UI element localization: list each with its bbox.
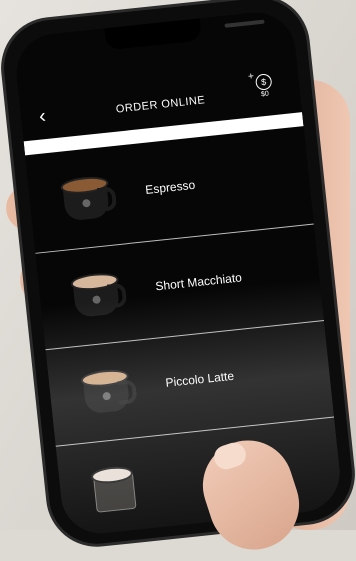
phone-screen: ‹ ORDER ONLINE $ $0 Espresso Short Macch… xyxy=(12,8,344,538)
menu-item-label: Espresso xyxy=(144,177,196,197)
menu-list: Espresso Short Macchiato Piccolo Latte xyxy=(25,128,343,537)
latte-cup-icon xyxy=(82,365,139,416)
phone-notch xyxy=(104,18,265,51)
glass-cup-icon xyxy=(92,462,149,513)
macchiato-cup-icon xyxy=(72,269,129,320)
cart-button[interactable]: $ $0 xyxy=(250,73,278,100)
smartphone: ‹ ORDER ONLINE $ $0 Espresso Short Macch… xyxy=(0,0,356,549)
dollar-cart-icon: $ xyxy=(254,73,273,91)
espresso-cup-icon xyxy=(62,172,119,223)
menu-item-label: Short Macchiato xyxy=(154,270,243,294)
menu-item-label: Piccolo Latte xyxy=(164,368,235,390)
speaker-grille xyxy=(224,19,265,28)
